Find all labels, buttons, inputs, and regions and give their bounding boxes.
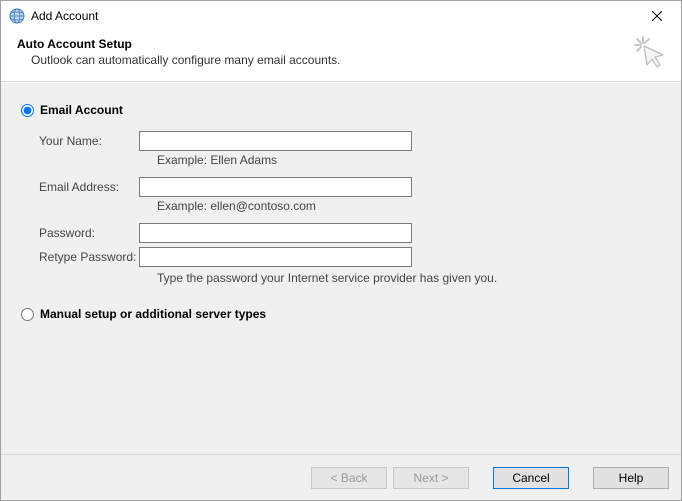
add-account-dialog: Add Account Auto Account Setup Outlook c…	[0, 0, 682, 501]
password-hint: Type the password your Internet service …	[157, 271, 661, 285]
wizard-header: Auto Account Setup Outlook can automatic…	[1, 31, 681, 82]
label-password: Password:	[39, 226, 139, 240]
radio-manual-setup[interactable]	[21, 308, 34, 321]
row-your-name: Your Name:	[39, 131, 661, 151]
row-retype-password: Retype Password:	[39, 247, 661, 267]
input-retype-password[interactable]	[139, 247, 412, 267]
cancel-button[interactable]: Cancel	[493, 467, 569, 489]
email-account-form: Your Name: Example: Ellen Adams Email Ad…	[21, 125, 661, 285]
row-email: Email Address:	[39, 177, 661, 197]
next-button[interactable]: Next >	[393, 467, 469, 489]
close-button[interactable]	[634, 2, 679, 30]
window-title: Add Account	[31, 9, 634, 23]
wizard-footer: < Back Next > Cancel Help	[1, 454, 681, 500]
header-subtitle: Outlook can automatically configure many…	[17, 53, 665, 67]
titlebar: Add Account	[1, 1, 681, 31]
cursor-click-icon	[633, 35, 667, 69]
label-retype-password: Retype Password:	[39, 250, 139, 264]
header-title: Auto Account Setup	[17, 37, 665, 51]
input-password[interactable]	[139, 223, 412, 243]
example-email: Example: ellen@contoso.com	[157, 199, 661, 213]
radio-manual-setup-label: Manual setup or additional server types	[40, 307, 266, 321]
input-your-name[interactable]	[139, 131, 412, 151]
radio-email-account-label: Email Account	[40, 103, 123, 117]
row-password: Password:	[39, 223, 661, 243]
option-email-account[interactable]: Email Account	[21, 103, 661, 117]
option-manual-setup[interactable]: Manual setup or additional server types	[21, 307, 661, 321]
back-button[interactable]: < Back	[311, 467, 387, 489]
example-your-name: Example: Ellen Adams	[157, 153, 661, 167]
label-email: Email Address:	[39, 180, 139, 194]
close-icon	[652, 11, 662, 21]
help-button[interactable]: Help	[593, 467, 669, 489]
label-your-name: Your Name:	[39, 134, 139, 148]
globe-icon	[9, 8, 25, 24]
radio-email-account[interactable]	[21, 104, 34, 117]
wizard-body: Email Account Your Name: Example: Ellen …	[1, 82, 681, 454]
input-email[interactable]	[139, 177, 412, 197]
